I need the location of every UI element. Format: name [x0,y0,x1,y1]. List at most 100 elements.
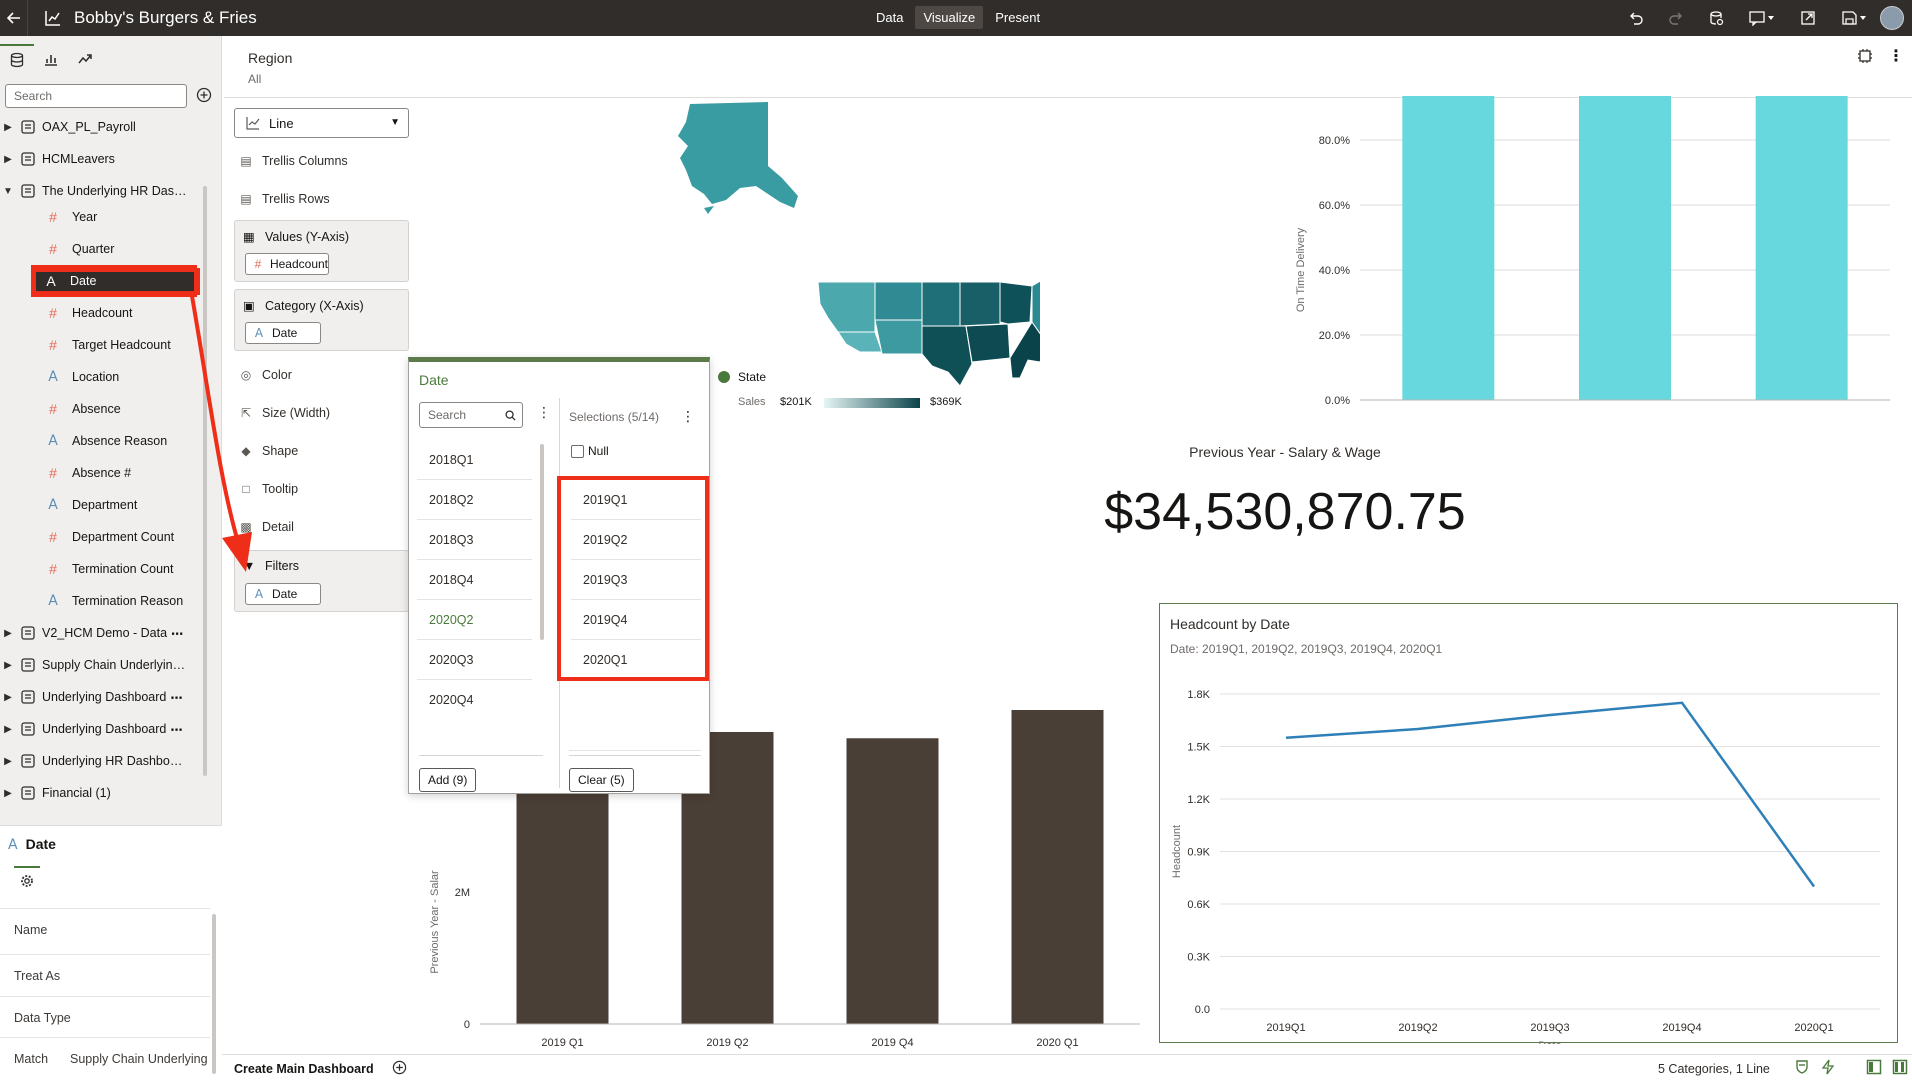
save-menu-icon[interactable] [1828,0,1880,36]
available-values-scrollbar[interactable] [540,444,544,640]
us-sales-map[interactable] [660,96,1040,396]
data-element-row[interactable]: A Location [0,364,119,390]
expand-caret-icon[interactable]: ▶ [0,660,16,671]
dataset-menu-icon[interactable]: ⋯ [170,690,183,705]
canvas-tab[interactable]: Create Main Dashboard [234,1062,374,1076]
project-title: Bobby's Burgers & Fries [74,8,257,27]
expand-caret-icon[interactable]: ▶ [0,788,16,799]
available-value-item[interactable]: 2020Q3 [417,640,532,680]
headcount-line-chart[interactable]: 0.0 0.3K 0.6K 0.9K 1.2K 1.5K 1.8K 2019Q1 2019Q2 2… [1160,654,1897,1044]
data-search-input[interactable]: Search [5,84,187,108]
dataset-row[interactable]: ▶ Underlying Dashboard ⋯ [0,684,183,710]
dataset-row[interactable]: ▶ V2_HCM Demo - Data ⋯ [0,620,184,646]
region-filter-value[interactable]: All [248,72,261,86]
annotation-highlight-selections [557,476,709,681]
property-label: Name [14,923,48,937]
properties-scrollbar[interactable] [212,914,216,1074]
dataset-menu-icon[interactable]: ⋯ [170,722,183,737]
dataset-row[interactable]: ▶ OAX_PL_Payroll [0,114,136,140]
available-value-item[interactable]: 2018Q2 [417,480,532,520]
tab-data[interactable] [0,44,34,74]
available-value-item[interactable]: 2018Q1 [417,440,532,480]
dataset-label: V2_HCM Demo - Data [42,626,168,640]
trellis-rows-drop[interactable]: ▤ Trellis Rows [238,186,329,212]
expand-caret-icon[interactable]: ▶ [0,628,16,639]
mode-present[interactable]: Present [987,6,1048,29]
contiguous-states[interactable] [817,258,1040,387]
add-canvas-icon[interactable] [392,1060,407,1075]
null-checkbox-row[interactable]: Null [571,444,609,458]
trellis-columns-drop[interactable]: ▤ Trellis Columns [238,148,347,174]
back-button[interactable] [0,0,28,36]
refresh-data-icon[interactable] [1696,0,1736,36]
redo-icon[interactable] [1656,0,1696,36]
data-element-row[interactable]: # Headcount [0,300,132,326]
clear-selections-button[interactable]: Clear (5) [569,768,634,792]
auto-apply-icon[interactable] [1820,1059,1836,1075]
mode-data[interactable]: Data [868,6,911,29]
dataset-row[interactable]: ▶ Underlying HR Dashbo… [0,748,182,774]
user-avatar[interactable] [1880,6,1904,30]
null-checkbox[interactable] [571,444,584,458]
property-row-data-type[interactable]: Data Type [0,996,210,1036]
property-row-name[interactable]: Name [0,908,210,948]
data-element-row[interactable]: # Year [0,204,97,230]
undo-icon[interactable] [1616,0,1656,36]
dataset-row[interactable]: ▶ Financial (1) [0,780,111,806]
general-settings-tab[interactable] [14,866,40,891]
data-element-row[interactable]: A Termination Reason [0,588,183,614]
data-element-row[interactable]: A Absence Reason [0,428,167,454]
property-row-treat-as[interactable]: Treat As [0,954,210,994]
selections-menu-icon[interactable]: ⋮ [681,408,695,425]
available-value-item[interactable]: 2020Q4 [417,680,532,720]
tab-analytics[interactable] [68,44,102,74]
expand-caret-icon[interactable]: ▶ [0,756,16,767]
collapse-caret-icon[interactable]: ▼ [0,186,16,197]
grammar-toggle-icon[interactable] [1794,1059,1810,1075]
filter-options-menu-icon[interactable]: ⋮ [537,404,551,421]
data-element-row[interactable]: # Target Headcount [0,332,171,358]
headcount-line-chart-tile[interactable]: Headcount by Date Date: 2019Q1, 2019Q2, … [1159,603,1898,1044]
data-element-row[interactable]: # Quarter [0,236,114,262]
dataset-row[interactable]: ▶ Supply Chain Underlyin… [0,652,185,678]
dataset-row[interactable]: ▶ HCMLeavers [0,146,115,172]
region-filter-bar[interactable]: Region All [224,36,1912,98]
expand-caret-icon[interactable]: ▶ [0,154,16,165]
trend-icon [78,54,92,64]
tab-visualizations[interactable] [34,44,68,74]
export-icon[interactable] [1788,0,1828,36]
region-filter-label[interactable]: Region [248,50,292,66]
filter-search-input[interactable]: Search [419,402,523,428]
data-element-row[interactable]: # Absence # [0,460,131,486]
on-time-delivery-chart[interactable]: 0.0%20.0%40.0%60.0%80.0%Direct ChannelDi… [1270,96,1910,406]
values-y-axis-drop[interactable]: ▦ Values (Y-Axis) # Headcount [234,220,409,282]
property-row-match[interactable]: Match Supply Chain Underlying [0,1037,210,1077]
add-dataset-icon[interactable] [196,87,212,103]
add-values-button[interactable]: Add (9) [419,768,477,792]
dataset-icon [21,754,35,768]
viz-type-select[interactable]: Line ▼ [234,108,409,138]
available-value-item-highlighted[interactable]: 2020Q2 [417,600,532,640]
expand-caret-icon[interactable]: ▶ [0,724,16,735]
expand-caret-icon[interactable]: ▶ [0,692,16,703]
line-chart-icon [246,117,260,130]
dataset-row[interactable]: ▶ Underlying Dashboard ⋯ [0,716,183,742]
data-element-row[interactable]: # Termination Count [0,556,173,582]
panel-layout-icon[interactable] [1866,1059,1882,1075]
available-value-item[interactable]: 2018Q3 [417,520,532,560]
available-value-item[interactable]: 2018Q4 [417,560,532,600]
data-element-row[interactable]: A Department [0,492,137,518]
legend-max-value: $369K [930,396,962,408]
canvas-menu-icon[interactable]: ⋮ [1888,46,1904,66]
data-element-row[interactable]: # Department Count [0,524,174,550]
comments-menu-icon[interactable] [1736,0,1788,36]
dataset-menu-icon[interactable]: ⋯ [171,626,184,641]
dataset-row-expanded[interactable]: ▼ The Underlying HR Das… [0,178,186,204]
data-element-row[interactable]: # Absence [0,396,121,422]
panel-layout-alt-icon[interactable] [1892,1059,1908,1075]
canvas-properties-icon[interactable] [1857,48,1873,67]
headcount-chip[interactable]: # Headcount [245,253,329,275]
mode-visualize[interactable]: Visualize [915,6,984,29]
expand-caret-icon[interactable]: ▶ [0,122,16,133]
